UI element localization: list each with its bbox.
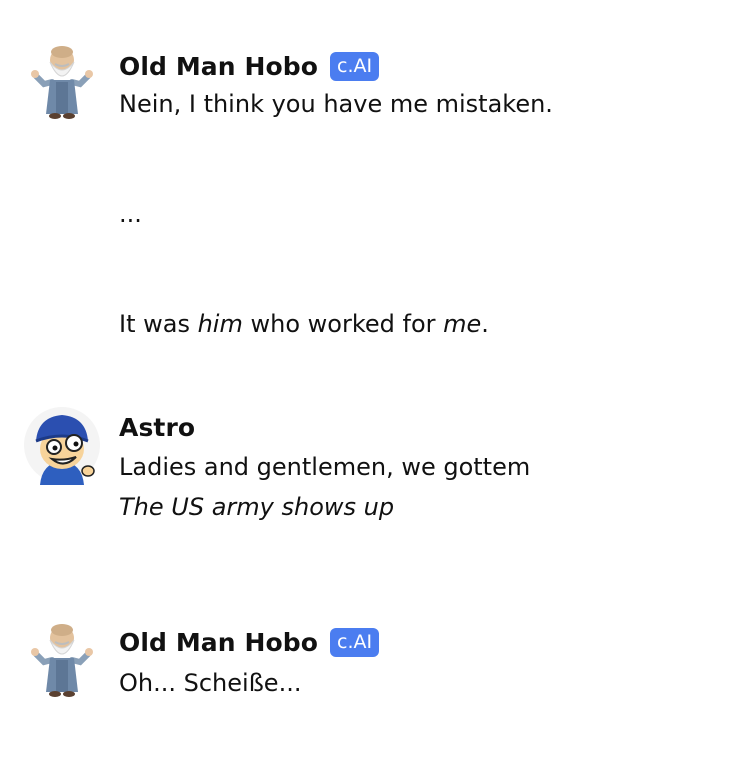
- author-name[interactable]: Astro: [119, 413, 195, 442]
- cai-badge: c.AI: [330, 627, 380, 657]
- message-text-line: The US army shows up: [119, 491, 394, 523]
- emphasis-text: The US army shows up: [119, 493, 395, 521]
- emphasis-text: him: [197, 310, 243, 338]
- text-segment: .: [481, 310, 489, 338]
- message-text-line: ...: [119, 200, 142, 228]
- author-name[interactable]: Old Man Hobo: [119, 628, 318, 657]
- message-text-line: Oh... Scheiße...: [119, 669, 302, 697]
- text-segment: It was: [119, 310, 198, 338]
- message-text-line: Nein, I think you have me mistaken.: [119, 90, 553, 118]
- cai-badge: c.AI: [330, 51, 380, 81]
- old-man-hobo-avatar[interactable]: [22, 620, 102, 700]
- message-text-line: It was him who worked for me.: [119, 308, 489, 340]
- astro-avatar[interactable]: [22, 405, 102, 485]
- text-segment: who worked for: [242, 310, 444, 338]
- emphasis-text: me: [443, 310, 482, 338]
- author-name[interactable]: Old Man Hobo: [119, 52, 318, 81]
- old-man-hobo-avatar[interactable]: [22, 42, 102, 122]
- message-text-line: Ladies and gentlemen, we gottem: [119, 453, 531, 481]
